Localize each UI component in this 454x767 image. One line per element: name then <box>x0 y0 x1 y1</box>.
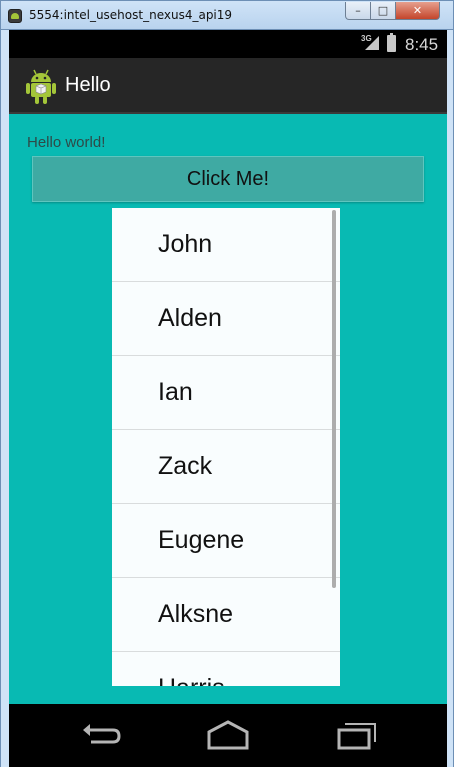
app-title: Hello <box>65 74 111 96</box>
maximize-button[interactable]: □ <box>370 2 396 20</box>
emulator-frame: 3G 8:45 Hello Hello world! Click Me! Joh… <box>0 30 454 767</box>
list-item[interactable]: Eugene <box>112 504 340 578</box>
home-icon[interactable] <box>206 718 250 752</box>
device-screen: 3G 8:45 Hello Hello world! Click Me! Joh… <box>9 30 447 767</box>
list-item[interactable]: Alksne <box>112 578 340 652</box>
status-bar: 3G 8:45 <box>9 30 447 58</box>
list-item[interactable]: Harris <box>112 652 340 686</box>
signal-icon <box>365 36 379 50</box>
list-item[interactable]: Ian <box>112 356 340 430</box>
action-bar: Hello <box>9 58 447 114</box>
recents-icon[interactable] <box>335 718 379 752</box>
list-scrollbar[interactable] <box>332 210 336 588</box>
minimize-button[interactable]: – <box>345 2 371 20</box>
click-me-button[interactable]: Click Me! <box>32 156 424 202</box>
hello-text: Hello world! <box>27 134 106 151</box>
name-list[interactable]: John Alden Ian Zack Eugene Alksne Harris <box>112 208 340 686</box>
navigation-bar <box>9 704 447 767</box>
window-title: 5554:intel_usehost_nexus4_api19 <box>29 8 233 22</box>
list-item[interactable]: Zack <box>112 430 340 504</box>
battery-icon <box>387 33 396 52</box>
window-title-bar: 5554:intel_usehost_nexus4_api19 – □ ✕ <box>0 0 454 30</box>
list-item[interactable]: John <box>112 208 340 282</box>
android-robot-icon <box>26 69 56 104</box>
status-clock: 8:45 <box>405 35 439 54</box>
list-item[interactable]: Alden <box>112 282 340 356</box>
emulator-app-icon <box>8 9 22 23</box>
back-icon[interactable] <box>79 718 123 752</box>
main-content: Hello world! Click Me! John Alden Ian Za… <box>9 114 447 704</box>
close-button[interactable]: ✕ <box>395 2 440 20</box>
